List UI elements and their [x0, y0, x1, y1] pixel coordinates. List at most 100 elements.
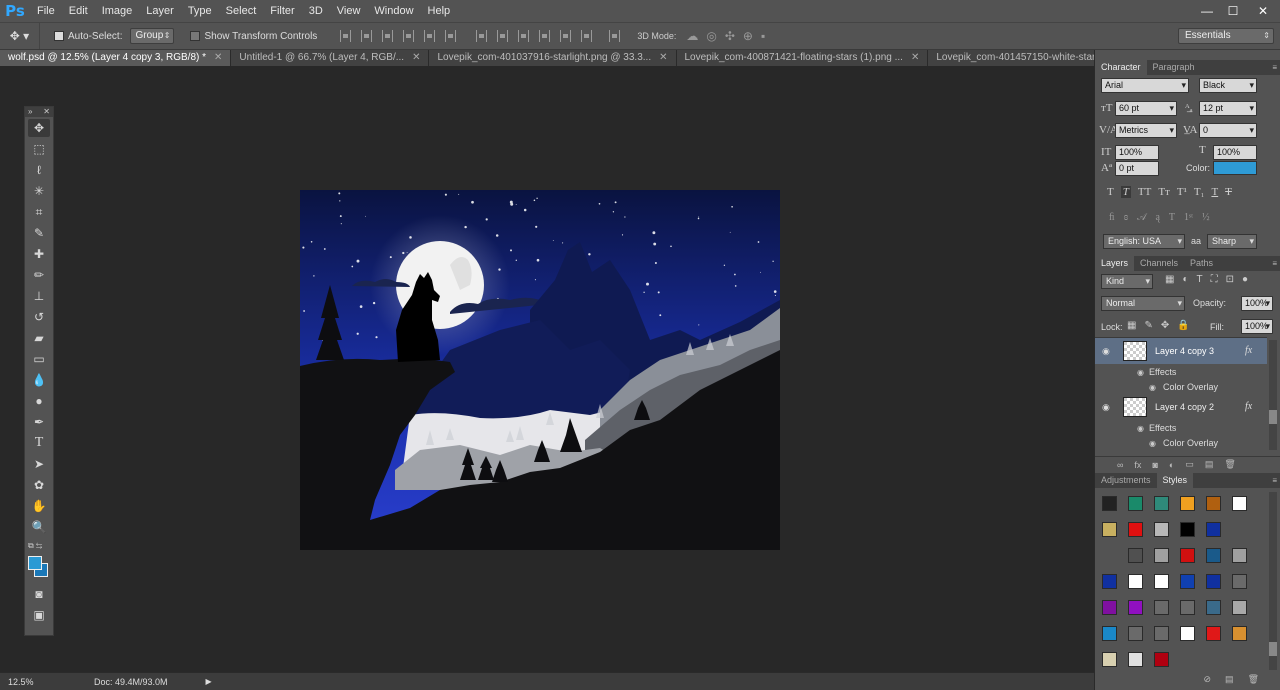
layer-item-copy-2[interactable]: ◉ Layer 4 copy 2 fx ◉ Effects ◉ Color Ov… [1095, 394, 1267, 450]
vertical-scale-field[interactable]: 100% [1115, 145, 1159, 160]
shape-tool-icon[interactable]: ✿ [28, 476, 50, 494]
crop-tool-icon[interactable]: ⌗ [28, 203, 50, 221]
distribute-top-icon[interactable] [476, 30, 488, 42]
style-swatch[interactable] [1102, 626, 1117, 641]
align-bottom-icon[interactable] [382, 30, 394, 42]
tab-paths[interactable]: Paths [1184, 256, 1219, 271]
layer-filter-field[interactable]: Kind [1101, 274, 1153, 289]
style-swatch[interactable] [1102, 574, 1117, 589]
distribute-bottom-icon[interactable] [518, 30, 530, 42]
fill-field[interactable]: 100% [1241, 319, 1273, 334]
tools-panel-header[interactable]: » ✕ [25, 107, 53, 117]
ligatures-icon[interactable]: ﬁ [1109, 212, 1115, 223]
effect-name[interactable]: Color Overlay [1163, 438, 1218, 448]
tab-paragraph[interactable]: Paragraph [1147, 60, 1201, 75]
tracking-field[interactable]: 0 [1199, 123, 1257, 138]
style-swatch[interactable] [1128, 496, 1143, 511]
lock-all-icon[interactable]: 🔒 [1177, 320, 1189, 331]
style-swatch[interactable] [1154, 522, 1169, 537]
leading-field[interactable]: 12 pt [1199, 101, 1257, 116]
default-colors-icon[interactable]: ⧉ ⇆ [28, 541, 42, 551]
doc-tab-floating-stars[interactable]: Lovepik_com-400871421-floating-stars (1)… [676, 50, 929, 66]
menu-3d[interactable]: 3D [302, 0, 330, 22]
clear-style-icon[interactable]: ⊘ [1204, 674, 1212, 685]
filter-toggle-icon[interactable]: ● [1242, 274, 1248, 285]
history-brush-tool-icon[interactable]: ↺ [28, 308, 50, 326]
new-adjustment-icon[interactable]: ◐ [1169, 460, 1174, 470]
new-style-icon[interactable]: ▤ [1225, 674, 1234, 685]
blend-mode-field[interactable]: Normal [1101, 296, 1185, 311]
align-vcenter-icon[interactable] [361, 30, 373, 42]
style-swatch[interactable] [1206, 548, 1221, 563]
magic-wand-tool-icon[interactable]: ✳ [28, 182, 50, 200]
dodge-tool-icon[interactable]: ● [28, 392, 50, 410]
new-group-icon[interactable]: ▭ [1185, 459, 1194, 470]
style-swatch[interactable] [1128, 574, 1143, 589]
3d-scale-icon[interactable]: ▪ [761, 29, 765, 43]
style-swatch[interactable] [1154, 600, 1169, 615]
style-swatch[interactable] [1180, 496, 1195, 511]
style-swatch[interactable] [1180, 600, 1195, 615]
clone-stamp-tool-icon[interactable]: ⊥ [28, 287, 50, 305]
subscript-icon[interactable]: T₁ [1194, 186, 1205, 198]
style-swatch[interactable] [1154, 626, 1169, 641]
style-swatch[interactable] [1154, 652, 1169, 667]
auto-align-icon[interactable] [609, 30, 621, 42]
style-swatch[interactable] [1232, 496, 1247, 511]
effects-eye-icon[interactable]: ◉ [1137, 424, 1144, 433]
distribute-right-icon[interactable] [581, 30, 593, 42]
style-swatch[interactable] [1232, 574, 1247, 589]
style-swatch[interactable] [1206, 574, 1221, 589]
style-swatch[interactable] [1128, 522, 1143, 537]
style-swatch[interactable] [1102, 496, 1117, 511]
eyedropper-tool-icon[interactable]: ✎ [28, 224, 50, 242]
layers-scrollbar[interactable] [1269, 340, 1277, 450]
font-family-field[interactable]: Arial [1101, 78, 1189, 93]
font-size-field[interactable]: 60 pt [1115, 101, 1177, 116]
tab-layers[interactable]: Layers [1095, 256, 1135, 271]
style-swatch[interactable] [1128, 600, 1143, 615]
menu-help[interactable]: Help [421, 0, 458, 22]
layer-name[interactable]: Layer 4 copy 3 [1155, 346, 1214, 356]
delete-style-icon[interactable]: 🗑 [1248, 674, 1259, 685]
font-style-field[interactable]: Black [1199, 78, 1257, 93]
small-caps-icon[interactable]: Tт [1158, 186, 1170, 198]
styles-scroll-thumb[interactable] [1269, 642, 1277, 656]
close-icon[interactable]: ✕ [911, 50, 919, 66]
quick-mask-icon[interactable]: ◙ [28, 585, 50, 603]
minimize-button[interactable]: — [1194, 0, 1220, 22]
style-swatch[interactable] [1232, 600, 1247, 615]
align-top-icon[interactable] [340, 30, 352, 42]
style-swatch[interactable] [1102, 652, 1117, 667]
tab-adjustments[interactable]: Adjustments [1095, 473, 1157, 488]
style-swatch[interactable] [1206, 522, 1221, 537]
panel-menu-icon[interactable]: ≡ [1272, 259, 1277, 268]
style-swatch[interactable] [1206, 600, 1221, 615]
doc-tab-starlight[interactable]: Lovepik_com-401037916-starlight.png @ 33… [429, 50, 677, 66]
faux-italic-icon[interactable]: T [1120, 186, 1131, 198]
pen-tool-icon[interactable]: ✒ [28, 413, 50, 431]
marquee-tool-icon[interactable]: ⬚ [28, 140, 50, 158]
tab-styles[interactable]: Styles [1156, 473, 1194, 488]
lock-transparency-icon[interactable]: ▦ [1127, 320, 1136, 331]
move-tool-preset-icon[interactable]: ✥ ▾ [0, 23, 40, 49]
type-filter-icon[interactable]: T [1197, 274, 1203, 285]
menu-file[interactable]: File [30, 0, 62, 22]
3d-roll-icon[interactable]: ◎ [706, 29, 716, 43]
style-swatch[interactable] [1232, 548, 1247, 563]
style-swatch[interactable] [1102, 522, 1117, 537]
doc-tab-wolf[interactable]: wolf.psd @ 12.5% (Layer 4 copy 3, RGB/8)… [0, 50, 232, 66]
visibility-eye-icon[interactable]: ◉ [1102, 402, 1110, 413]
align-left-icon[interactable] [403, 30, 415, 42]
menu-select[interactable]: Select [219, 0, 264, 22]
style-swatch[interactable] [1180, 574, 1195, 589]
hand-tool-icon[interactable]: ✋ [28, 497, 50, 515]
zoom-tool-icon[interactable]: 🔍 [28, 518, 50, 536]
style-swatch[interactable] [1154, 496, 1169, 511]
brush-tool-icon[interactable]: ✏ [28, 266, 50, 284]
style-swatch[interactable] [1154, 548, 1169, 563]
document-canvas[interactable] [300, 190, 780, 550]
menu-layer[interactable]: Layer [139, 0, 181, 22]
smart-object-filter-icon[interactable]: ⊡ [1226, 274, 1234, 285]
align-right-icon[interactable] [445, 30, 457, 42]
